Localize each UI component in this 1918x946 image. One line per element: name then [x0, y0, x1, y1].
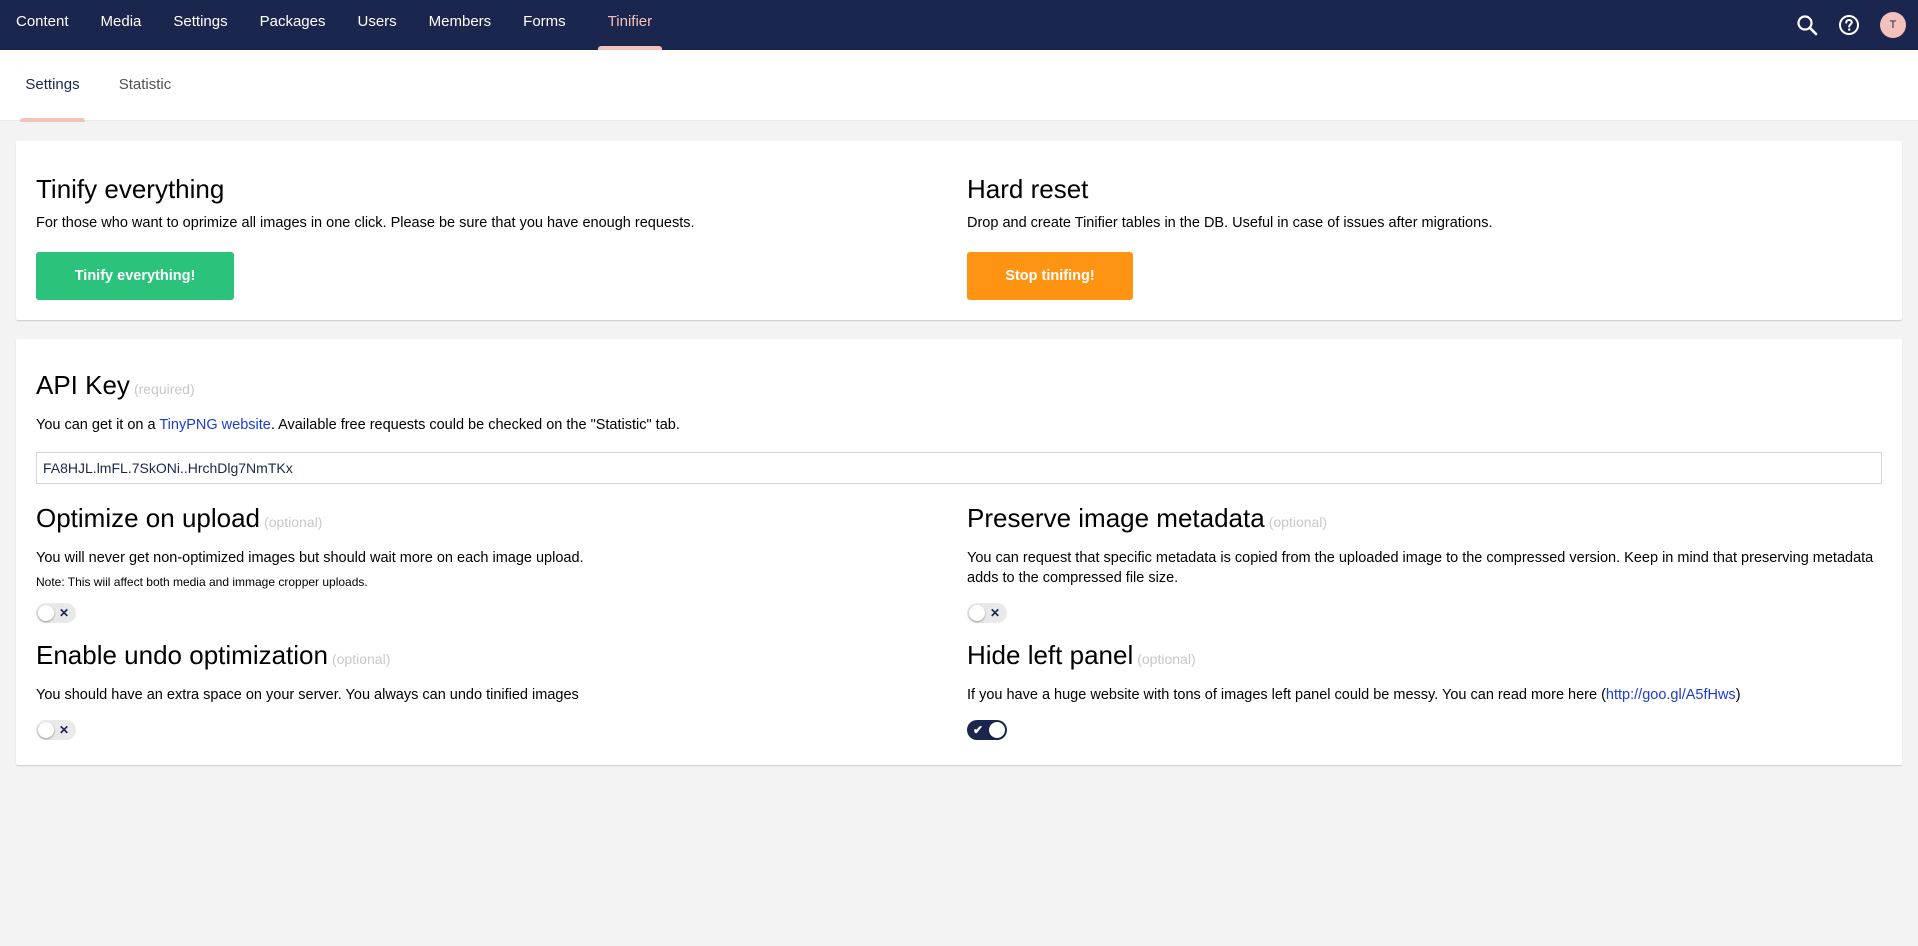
api-key-description: You can get it on a TinyPNG website. Ava… [36, 415, 1882, 435]
api-key-desc-suffix: . Available free requests could be check… [270, 417, 680, 433]
undo-title: Enable undo optimization (optional) [36, 639, 936, 675]
toggle-knob [38, 605, 54, 621]
nav-item-forms[interactable]: Forms [507, 0, 582, 50]
tinypng-website-link[interactable]: TinyPNG website [159, 417, 270, 433]
goo-gl-link[interactable]: http://goo.gl/A5fHws [1606, 687, 1736, 703]
sub-tabs-bar: Settings Statistic [0, 50, 1918, 122]
top-navigation-bar: Content Media Settings Packages Users Me… [0, 0, 1918, 50]
optimize-label: Optimize on upload [36, 503, 261, 533]
toggle-knob [38, 722, 54, 738]
preserve-metadata-toggle[interactable]: ✕ [967, 603, 1007, 623]
nav-item-media[interactable]: Media [85, 0, 158, 50]
main-sections-nav: Content Media Settings Packages Users Me… [0, 0, 672, 50]
metadata-title: Preserve image metadata (optional) [967, 502, 1882, 538]
optimize-on-upload-toggle[interactable]: ✕ [36, 603, 76, 623]
metadata-label: Preserve image metadata [967, 503, 1265, 533]
metadata-description: You can request that specific metadata i… [967, 550, 1874, 586]
hide-panel-desc-suffix: ) [1735, 687, 1741, 703]
nav-item-tinifier-label: Tinifier [607, 13, 653, 30]
actions-panel: Tinify everything For those who want to … [16, 141, 1902, 320]
nav-item-settings[interactable]: Settings [157, 0, 243, 50]
optimize-note: Note: This wiil affect both media and im… [36, 575, 368, 589]
api-key-label: API Key [36, 370, 130, 400]
api-key-section: API Key (required) You can get it on a Ti… [36, 369, 1882, 435]
hard-reset-description: Drop and create Tinifier tables in the D… [967, 215, 1493, 231]
undo-label: Enable undo optimization [36, 640, 328, 670]
hide-left-panel-section: Hide left panel (optional) If you have a … [967, 639, 1882, 705]
hide-panel-title: Hide left panel (optional) [967, 639, 1882, 675]
tinify-everything-button[interactable]: Tinify everything! [36, 252, 234, 300]
hide-panel-label: Hide left panel [967, 640, 1134, 670]
toggle-knob [989, 722, 1005, 738]
toggle-knob [969, 605, 985, 621]
optional-tag: (optional) [264, 514, 323, 530]
undo-description: You should have an extra space on your s… [36, 687, 579, 703]
header-tools: T [1794, 0, 1906, 50]
nav-item-content[interactable]: Content [0, 0, 85, 50]
tab-statistic[interactable]: Statistic [112, 50, 178, 121]
hide-panel-description: If you have a huge website with tons of … [967, 685, 1882, 705]
search-icon[interactable] [1794, 12, 1820, 38]
toggle-off-icon: ✕ [58, 606, 69, 620]
optional-tag: (optional) [1268, 514, 1328, 530]
nav-item-packages[interactable]: Packages [244, 0, 342, 50]
tab-settings[interactable]: Settings [20, 50, 85, 122]
nav-item-tinifier[interactable]: Tinifier [588, 0, 672, 50]
toggle-off-icon: ✕ [58, 723, 69, 737]
hard-reset-section: Hard reset Drop and create Tinifier tabl… [967, 173, 1867, 233]
tinify-description: For those who want to oprimize all image… [36, 215, 695, 231]
api-key-title: API Key (required) [36, 369, 1882, 405]
preserve-metadata-section: Preserve image metadata (optional) You ca… [967, 502, 1882, 588]
optimize-on-upload-section: Optimize on upload (optional) You will ne… [36, 502, 936, 590]
required-tag: (required) [133, 381, 195, 397]
tinify-title: Tinify everything [36, 174, 225, 204]
help-icon[interactable] [1836, 12, 1862, 38]
settings-panel: API Key (required) You can get it on a Ti… [16, 339, 1902, 765]
enable-undo-toggle[interactable]: ✕ [36, 720, 76, 740]
hide-left-panel-toggle[interactable]: ✔ [967, 720, 1007, 740]
nav-item-users[interactable]: Users [341, 0, 412, 50]
check-icon: ✔ [973, 723, 984, 737]
optional-tag: (optional) [331, 651, 391, 667]
hard-reset-title: Hard reset [967, 174, 1089, 204]
user-avatar[interactable]: T [1880, 12, 1906, 38]
optimize-title: Optimize on upload (optional) [36, 502, 936, 538]
tinify-section: Tinify everything For those who want to … [36, 173, 936, 233]
hide-panel-desc-prefix: If you have a huge website with tons of … [967, 687, 1606, 703]
toggle-off-icon: ✕ [989, 606, 1000, 620]
optimize-description: You will never get non-optimized images … [36, 550, 584, 566]
enable-undo-section: Enable undo optimization (optional) You s… [36, 639, 936, 705]
optional-tag: (optional) [1137, 651, 1196, 667]
api-key-desc-prefix: You can get it on a [36, 417, 160, 433]
stop-tinifing-button[interactable]: Stop tinifing! [967, 252, 1133, 300]
api-key-input[interactable]: FA8HJL.lmFL.7SkONi..HrchDlg7NmTKx [36, 452, 1882, 484]
nav-item-members[interactable]: Members [413, 0, 508, 50]
